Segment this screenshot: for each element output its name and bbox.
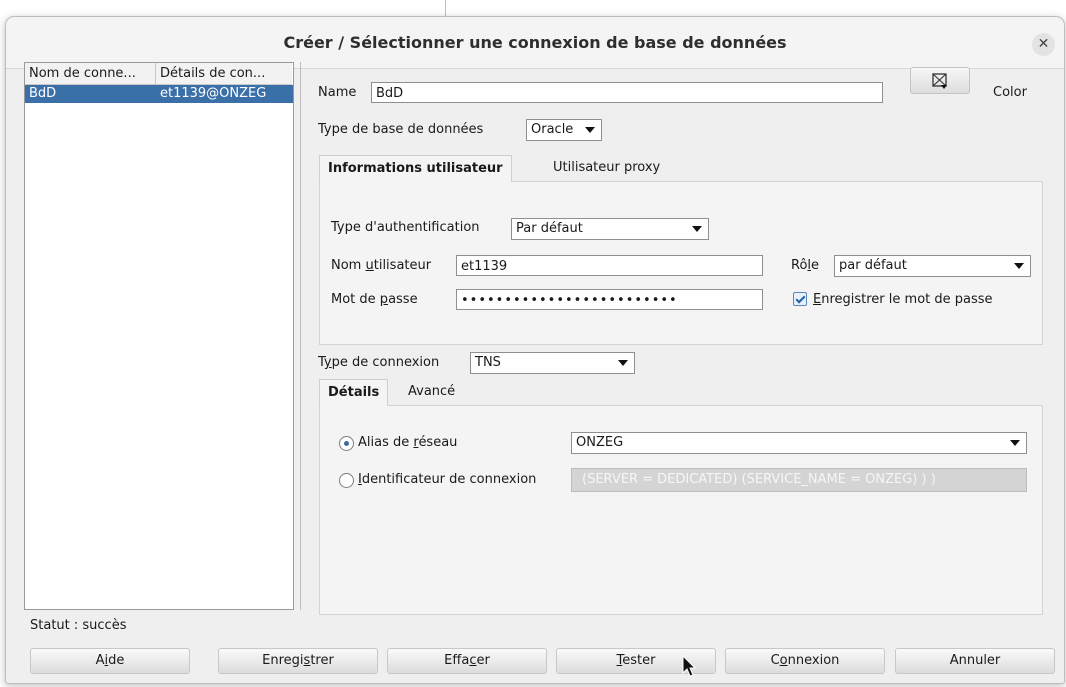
connection-type-value: TNS <box>475 355 501 370</box>
db-type-select[interactable]: Oracle <box>526 119 602 141</box>
dialog-title: Créer / Sélectionner une connexion de ba… <box>283 33 787 52</box>
db-type-label: Type de base de données <box>318 122 484 137</box>
name-input[interactable]: BdD <box>371 82 883 103</box>
role-select[interactable]: par défaut <box>834 255 1031 277</box>
tab-details[interactable]: Détails <box>319 379 389 406</box>
color-button[interactable] <box>910 67 970 94</box>
mouse-cursor-icon <box>682 655 697 677</box>
password-input[interactable]: ••••••••••••••••••••••••• <box>456 289 763 310</box>
status-text: Statut : succès <box>30 618 127 633</box>
connection-list[interactable]: Nom de conne... Détails de con... BdD et… <box>24 62 294 610</box>
identifier-radio[interactable] <box>339 473 354 488</box>
save-button[interactable]: Enregistrer <box>218 648 378 674</box>
chevron-down-icon <box>692 226 702 232</box>
connection-type-select[interactable]: TNS <box>470 352 635 374</box>
connection-name-cell: BdD <box>29 86 57 101</box>
save-password-checkbox[interactable] <box>793 292 807 306</box>
help-button[interactable]: Aide <box>30 648 190 674</box>
color-label: Color <box>993 85 1027 100</box>
auth-type-select[interactable]: Par défaut <box>511 218 709 240</box>
connection-type-label: Type de connexion <box>318 355 440 370</box>
alias-value: ONZEG <box>576 435 624 450</box>
role-value: par défaut <box>839 258 907 273</box>
connection-details-cell: et1139@ONZEG <box>160 86 267 101</box>
save-password-label[interactable]: Enregistrer le mot de passe <box>813 291 993 309</box>
cancel-button[interactable]: Annuler <box>895 648 1055 674</box>
chevron-down-icon <box>618 360 628 366</box>
connection-row[interactable]: BdD et1139@ONZEG <box>25 85 293 103</box>
auth-type-value: Par défaut <box>516 221 583 236</box>
background-divider <box>445 0 446 16</box>
identifier-label[interactable]: Identificateur de connexion <box>358 471 536 489</box>
chevron-down-icon <box>585 127 595 133</box>
clear-button[interactable]: Effacer <box>387 648 547 674</box>
split-divider[interactable] <box>300 62 301 610</box>
db-type-value: Oracle <box>531 122 574 137</box>
column-header-details[interactable]: Détails de con... <box>156 63 292 85</box>
connect-button[interactable]: Connexion <box>725 648 885 674</box>
tab-proxy-user[interactable]: Utilisateur proxy <box>547 155 666 181</box>
tab-user-info[interactable]: Informations utilisateur <box>319 155 512 182</box>
alias-radio[interactable] <box>339 436 354 451</box>
chevron-down-icon <box>1010 440 1020 446</box>
alias-label[interactable]: Alias de réseau <box>358 434 457 452</box>
password-label: Mot de passe <box>331 292 418 307</box>
name-label: Name <box>318 85 357 100</box>
color-picker-icon <box>932 73 947 89</box>
tab-advanced[interactable]: Avancé <box>402 379 461 405</box>
chevron-down-icon <box>1014 263 1024 269</box>
auth-type-label: Type d'authentification <box>331 220 480 235</box>
role-label: Rôle <box>791 258 820 273</box>
close-button[interactable]: ✕ <box>1032 33 1055 56</box>
alias-select[interactable]: ONZEG <box>571 432 1027 454</box>
close-icon: ✕ <box>1037 36 1050 52</box>
username-label: Nom utilisateur <box>331 258 432 273</box>
column-header-name[interactable]: Nom de conne... <box>25 63 156 85</box>
identifier-input: (SERVER = DEDICATED) (SERVICE_NAME = ONZ… <box>571 468 1027 492</box>
username-input[interactable]: et1139 <box>456 255 763 276</box>
